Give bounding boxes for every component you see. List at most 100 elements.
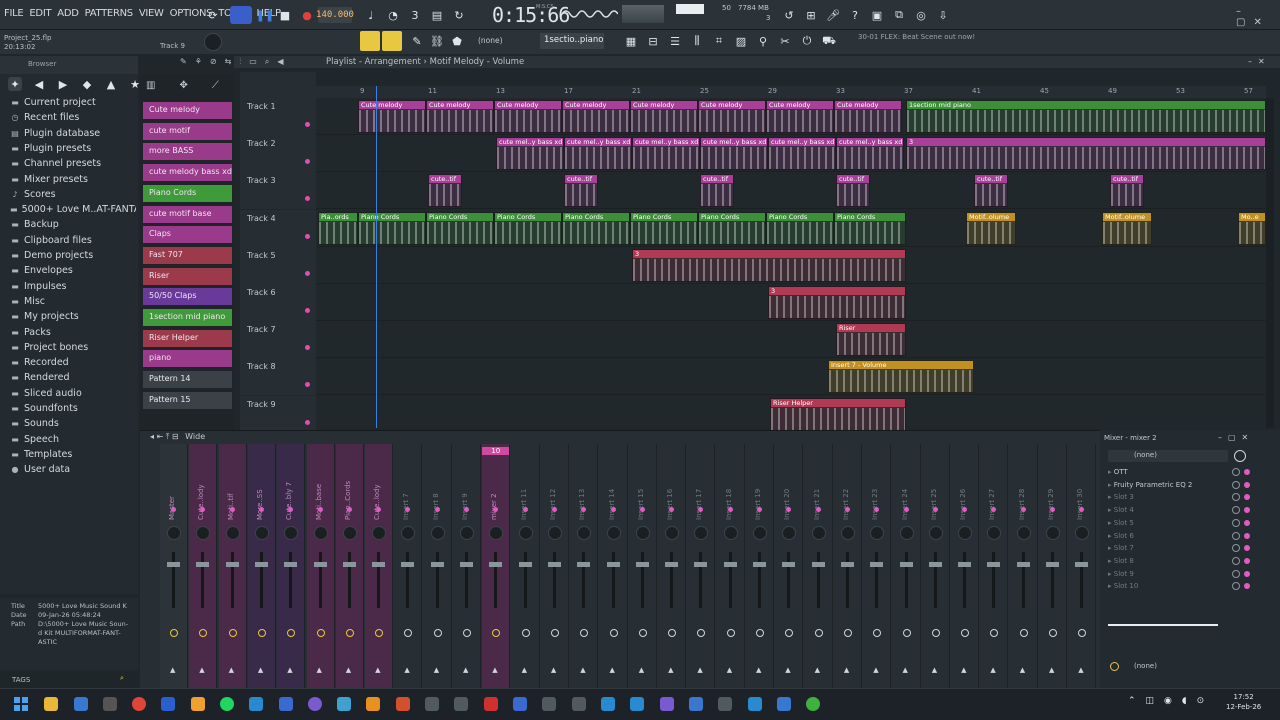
pattern-item[interactable]: piano: [143, 350, 232, 368]
strip-enable-dot[interactable]: [522, 507, 528, 512]
back-icon[interactable]: ◀: [32, 77, 46, 91]
fader-cap[interactable]: [254, 562, 268, 567]
volume-fader[interactable]: [377, 552, 381, 608]
pan-knob[interactable]: [460, 526, 474, 540]
download-icon[interactable]: ⇩: [934, 6, 952, 24]
mute-icon[interactable]: ⊘: [210, 57, 217, 67]
app5-icon[interactable]: [337, 697, 351, 711]
playlist-clip[interactable]: 3: [906, 137, 1266, 171]
route-arrow-icon[interactable]: ▲: [1078, 666, 1083, 674]
mixer-strip[interactable]: Insert 15 ▲: [628, 444, 657, 688]
app11-icon[interactable]: [542, 697, 556, 711]
browser-item[interactable]: ▬ Soundfonts: [10, 403, 136, 414]
playlist-clip[interactable]: cute mel..y bass xd: [632, 137, 700, 171]
effect-slot[interactable]: ▸ Slot 6: [1108, 531, 1250, 540]
playlist-clip[interactable]: Cute melody: [698, 100, 766, 133]
route-ring[interactable]: [375, 629, 384, 637]
volume-fader[interactable]: [1080, 552, 1084, 608]
volume-fader[interactable]: [611, 552, 615, 608]
pan-knob[interactable]: [430, 526, 445, 540]
pan-knob[interactable]: [401, 526, 416, 540]
route-arrow-icon[interactable]: ▲: [522, 666, 527, 674]
effect-slot[interactable]: ▸ Fruity Parametric EQ 2: [1108, 480, 1250, 489]
route-arrow-icon[interactable]: ▲: [258, 666, 263, 674]
pan-knob[interactable]: [606, 526, 621, 540]
browser-item[interactable]: ▬ Plugin presets: [10, 143, 136, 154]
pan-knob[interactable]: [167, 526, 181, 540]
windows-start-icon[interactable]: [14, 697, 28, 711]
strip-enable-dot[interactable]: [258, 507, 264, 512]
fader-cap[interactable]: [665, 562, 679, 567]
effect-slot[interactable]: ▸ Slot 7: [1108, 544, 1250, 553]
effect-slot[interactable]: ▸ OTT: [1108, 468, 1250, 476]
search-icon[interactable]: ⌕: [120, 674, 124, 683]
route-arrow-icon[interactable]: ▲: [639, 666, 644, 674]
browser-item[interactable]: ▬ Channel presets: [10, 158, 136, 169]
route-ring[interactable]: [785, 629, 794, 637]
pattern-song-toggle[interactable]: [230, 6, 252, 24]
track-mute-dot[interactable]: [305, 382, 310, 388]
playlist-clip[interactable]: cute..tif: [428, 174, 462, 208]
volume-fader[interactable]: [582, 552, 586, 608]
track-label[interactable]: Track 9: [240, 395, 316, 433]
track-label[interactable]: Track 1: [240, 98, 316, 135]
volume-fader[interactable]: [728, 552, 732, 608]
browser-item[interactable]: ▬ Current project: [10, 97, 136, 108]
route-arrow-icon[interactable]: ▲: [756, 666, 761, 674]
spotify-icon[interactable]: [220, 697, 234, 711]
play-tool[interactable]: [382, 31, 402, 51]
record-icon[interactable]: ●: [298, 6, 316, 24]
strip-enable-dot[interactable]: [639, 507, 645, 512]
channel-rack-icon[interactable]: ☰: [666, 32, 684, 50]
mixer-strip[interactable]: Insert 21 ▲: [804, 444, 833, 688]
zoom-icon[interactable]: ⌕: [265, 57, 269, 67]
volume-fader[interactable]: [172, 552, 175, 608]
mixer-strip[interactable]: Pian..Cords ▲: [335, 444, 364, 688]
route-ring[interactable]: [756, 629, 764, 637]
mixer-arrow-icon[interactable]: ⇤: [157, 432, 164, 441]
strip-enable-dot[interactable]: [815, 507, 821, 512]
browser-item[interactable]: ♪ Scores: [10, 189, 136, 200]
pan-knob[interactable]: [254, 526, 269, 540]
volume-fader[interactable]: [933, 552, 937, 608]
browser-item[interactable]: ▬ Recorded: [10, 357, 136, 368]
select-icon[interactable]: ▭: [249, 57, 257, 67]
app2-icon[interactable]: [161, 697, 175, 711]
route-arrow-icon[interactable]: ▲: [551, 666, 556, 674]
pan-knob[interactable]: [928, 526, 943, 540]
route-ring[interactable]: [726, 629, 735, 637]
playlist-clip[interactable]: Insert 7 - Volume: [828, 360, 974, 394]
mixer-strip[interactable]: Insert 18 ▲: [716, 444, 745, 688]
pan-knob[interactable]: [782, 526, 797, 540]
volume-fader[interactable]: [787, 552, 791, 608]
channel-selector[interactable]: 1sectio..piano: [540, 33, 604, 49]
pan-knob[interactable]: [284, 526, 299, 540]
route-arrow-icon[interactable]: ▲: [492, 666, 497, 674]
file-explorer-icon[interactable]: [44, 697, 58, 711]
slot-enable-dot[interactable]: [1244, 557, 1250, 564]
mic-icon[interactable]: 🎤︎: [824, 6, 842, 24]
track-label[interactable]: Track 8: [240, 358, 316, 396]
route-arrow-icon[interactable]: ▲: [727, 666, 732, 674]
pan-knob[interactable]: [958, 526, 973, 540]
app9-icon[interactable]: [484, 697, 498, 711]
playlist-clip[interactable]: 1section mid piano: [906, 100, 1266, 133]
browser-item[interactable]: ▬ Packs: [10, 327, 136, 338]
route-ring[interactable]: [316, 629, 325, 637]
fader-cap[interactable]: [635, 562, 649, 567]
route-arrow-icon[interactable]: ▲: [961, 666, 966, 674]
route-arrow-icon[interactable]: ▲: [170, 666, 175, 674]
route-arrow-icon[interactable]: ▲: [434, 666, 439, 674]
pattern-item[interactable]: more BASS: [143, 143, 232, 161]
pattern-item[interactable]: cute motif: [143, 122, 232, 140]
volume-fader[interactable]: [640, 552, 644, 608]
mixer-strip[interactable]: Cute..bly 7 ▲: [277, 444, 306, 688]
stop-icon[interactable]: ■: [276, 6, 294, 24]
pause-icon[interactable]: ❚❚: [256, 6, 274, 24]
route-arrow-icon[interactable]: ▲: [932, 666, 937, 674]
slot-mix-knob[interactable]: [1232, 468, 1240, 476]
fader-cap[interactable]: [196, 562, 210, 567]
browser-item[interactable]: ▬ My projects: [10, 311, 136, 322]
route-arrow-icon[interactable]: ▲: [287, 666, 292, 674]
route-ring[interactable]: [697, 629, 706, 637]
